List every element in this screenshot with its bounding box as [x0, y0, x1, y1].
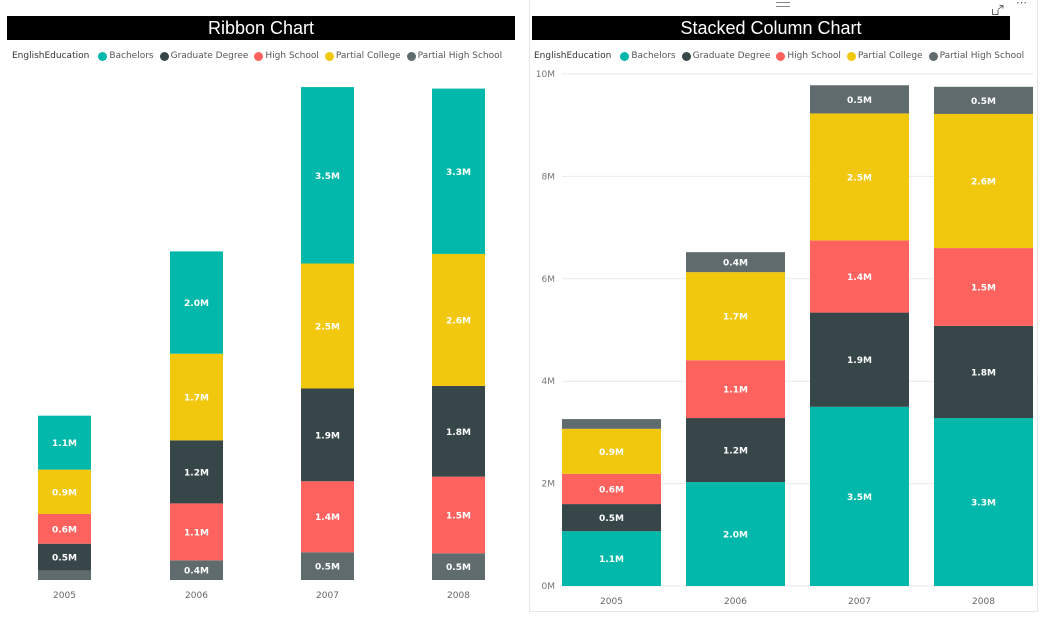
y-tick-label: 8M	[542, 172, 556, 182]
ribbon-x-tick-label: 2005	[53, 591, 76, 601]
stacked-x-tick-label: 2006	[724, 597, 747, 607]
ribbon-data-label: 1.1M	[52, 439, 77, 449]
ribbon-data-label: 1.1M	[184, 528, 209, 538]
ribbon-segment-partial-high-school-2005[interactable]	[38, 570, 91, 580]
stacked-data-label: 2.0M	[723, 531, 748, 541]
stacked-data-label: 0.5M	[599, 514, 624, 524]
stacked-data-label: 1.2M	[723, 447, 748, 457]
ribbon-data-label: 1.5M	[446, 511, 471, 521]
ribbon-data-label: 0.6M	[52, 525, 77, 535]
stacked-data-label: 1.1M	[599, 555, 624, 565]
stacked-data-label: 2.6M	[971, 178, 996, 188]
stacked-x-tick-label: 2007	[848, 597, 871, 607]
ribbon-chart-plot: 0.5M 0.6M 0.9M 1.1M 2005 0.4M 1.1M 1.2M 1.7M 2.0M…	[38, 87, 485, 601]
ribbon-data-label: 1.7M	[184, 394, 209, 404]
ribbon-data-label: 2.0M	[184, 299, 209, 309]
ribbon-data-label: 2.5M	[315, 322, 340, 332]
stacked-data-label: 1.1M	[723, 386, 748, 396]
ribbon-data-label: 0.5M	[52, 554, 77, 564]
stacked-data-label: 2.5M	[847, 173, 872, 183]
ribbon-data-label: 1.9M	[315, 431, 340, 441]
ribbon-data-label: 3.3M	[446, 168, 471, 178]
ribbon-data-label: 0.5M	[446, 563, 471, 573]
charts-canvas: 0.5M 0.6M 0.9M 1.1M 2005 0.4M 1.1M 1.2M 1.7M 2.0M…	[38, 70, 1034, 607]
stacked-data-label: 0.5M	[847, 96, 872, 106]
ribbon-data-label: 0.5M	[315, 563, 340, 573]
y-tick-label: 0M	[542, 582, 556, 592]
ribbon-x-tick-label: 2008	[447, 591, 470, 601]
stacked-data-label: 1.7M	[723, 313, 748, 323]
stacked-data-label: 1.5M	[971, 283, 996, 293]
ribbon-data-label: 0.4M	[184, 567, 209, 577]
stacked-data-label: 0.4M	[723, 259, 748, 269]
stacked-data-label: 0.6M	[599, 485, 624, 495]
stacked-chart-plot: 0M 2M 4M 6M 8M 10M 1.1M 0.5M 0.6M 0.9M 2005 2.0M 1.2…	[536, 70, 1034, 607]
y-tick-label: 2M	[542, 480, 556, 490]
ribbon-data-label: 1.2M	[184, 468, 209, 478]
stacked-x-tick-label: 2008	[972, 597, 995, 607]
ribbon-data-label: 2.6M	[446, 316, 471, 326]
ribbon-data-label: 3.5M	[315, 172, 340, 182]
stacked-segment-partial-high-school-2005[interactable]	[562, 419, 661, 429]
y-tick-label: 4M	[542, 377, 556, 387]
stacked-data-label: 0.9M	[599, 448, 624, 458]
y-tick-label: 10M	[536, 70, 555, 80]
ribbon-x-tick-label: 2007	[316, 591, 339, 601]
stacked-data-label: 0.5M	[971, 97, 996, 107]
stacked-x-tick-label: 2005	[600, 597, 623, 607]
stacked-data-label: 1.8M	[971, 368, 996, 378]
ribbon-data-label: 1.4M	[315, 513, 340, 523]
stacked-data-label: 1.4M	[847, 273, 872, 283]
ribbon-data-label: 0.9M	[52, 488, 77, 498]
stacked-data-label: 3.5M	[847, 493, 872, 503]
stacked-data-label: 3.3M	[971, 499, 996, 509]
stacked-data-label: 1.9M	[847, 356, 872, 366]
ribbon-data-label: 1.8M	[446, 428, 471, 438]
ribbon-x-tick-label: 2006	[185, 591, 208, 601]
y-tick-label: 6M	[542, 275, 556, 285]
